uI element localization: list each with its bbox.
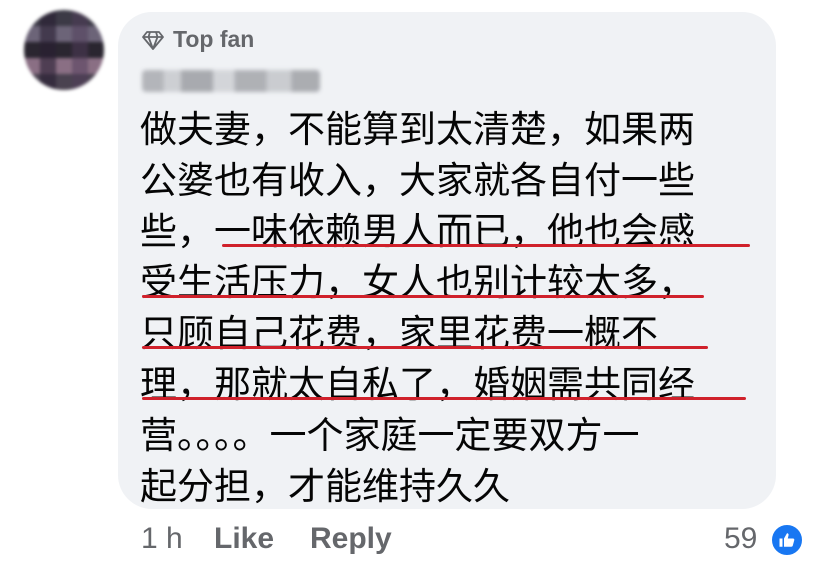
like-button[interactable]: Like: [214, 522, 274, 556]
comment-line: 起分担，才能维持久久: [140, 465, 510, 508]
underline-annotation: [142, 397, 746, 400]
comment-line: 营。。。。一个家庭一定要双方一: [140, 414, 640, 457]
reaction-count[interactable]: 59: [724, 522, 757, 556]
underline-annotation: [142, 346, 708, 349]
badge-label: Top fan: [173, 26, 255, 52]
underline-annotation: [222, 244, 750, 247]
thumbs-up-icon[interactable]: [770, 523, 804, 557]
comment-line: 理，那就太自私了，婚姻需共同经: [140, 363, 695, 406]
comment-line: 只顾自己花费，家里花费一概不: [140, 312, 658, 355]
timestamp[interactable]: 1 h: [141, 522, 183, 556]
commenter-name[interactable]: [142, 70, 320, 92]
underline-annotation: [142, 295, 704, 298]
avatar[interactable]: [24, 10, 104, 90]
diamond-icon: [142, 30, 164, 50]
comment-line: 些，一味依赖男人而已，他也会感: [140, 210, 695, 253]
comment-line: 公婆也有收入，大家就各自付一些: [140, 159, 695, 202]
comment-line: 做夫妻，不能算到太清楚，如果两: [140, 108, 695, 151]
reply-button[interactable]: Reply: [310, 522, 392, 556]
top-fan-badge: Top fan: [141, 26, 254, 53]
comment-line: 受生活压力，女人也别计较太多，: [140, 261, 695, 304]
comment-text: 做夫妻，不能算到太清楚，如果两 公婆也有收入，大家就各自付一些 些，一味依赖男人…: [140, 104, 760, 512]
comment-footer: 1 h Like Reply 59: [0, 522, 828, 558]
